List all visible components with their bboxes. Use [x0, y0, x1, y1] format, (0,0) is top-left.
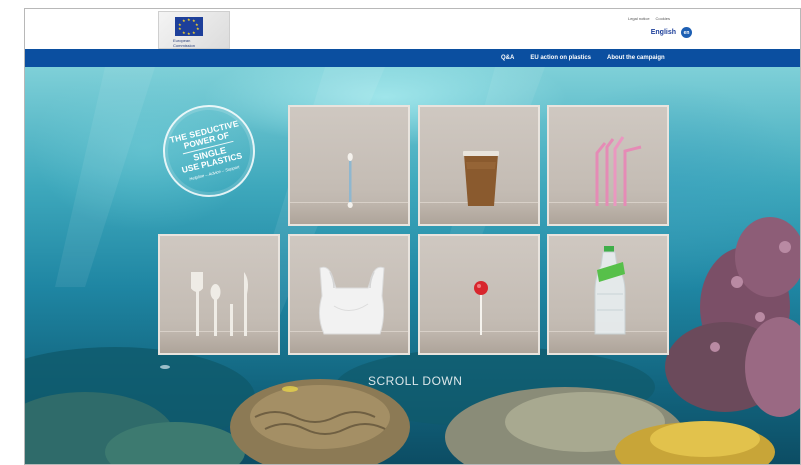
language-icon: en	[681, 27, 692, 38]
nav-item-qa[interactable]: Q&A	[501, 55, 514, 61]
scroll-down-link[interactable]: SCROLL DOWN	[368, 374, 462, 388]
language-selector[interactable]: English en	[651, 27, 692, 38]
nav-item-eu-action[interactable]: EU action on plastics	[530, 55, 591, 61]
tile-plastic-bottle[interactable]	[547, 234, 669, 355]
tile-plastic-bag[interactable]	[288, 234, 410, 355]
tile-cotton-bud[interactable]	[288, 105, 410, 226]
tile-coffee-cup[interactable]	[418, 105, 540, 226]
logo-wordmark: European Commission	[173, 38, 195, 48]
tile-cutlery[interactable]	[158, 234, 280, 355]
legal-notice-link[interactable]: Legal notice	[628, 16, 650, 21]
tile-straws[interactable]	[547, 105, 669, 226]
logo-line-2: Commission	[173, 43, 196, 48]
language-label: English	[650, 29, 676, 36]
main-navigation: Q&A EU action on plastics About the camp…	[25, 49, 800, 67]
european-commission-logo[interactable]: ★ ★ ★ ★ ★ ★ ★ ★ ★ ★ European Commission	[158, 11, 230, 49]
cookies-link[interactable]: Cookies	[656, 16, 670, 21]
lollipop-icon	[474, 281, 488, 335]
legal-links: Legal notice Cookies	[628, 16, 670, 21]
coral-reef-background	[25, 67, 800, 464]
tile-lollipop[interactable]	[418, 234, 540, 355]
plastic-bottle-icon	[594, 246, 626, 335]
coffee-cup-icon	[463, 151, 499, 206]
underwater-hero: THE SEDUCTIVE POWER OF SINGLE USE PLASTI…	[25, 67, 800, 464]
cotton-bud-icon	[347, 153, 353, 208]
eu-flag-icon: ★ ★ ★ ★ ★ ★ ★ ★ ★ ★	[175, 17, 203, 36]
browser-viewport: ★ ★ ★ ★ ★ ★ ★ ★ ★ ★ European Commission …	[24, 8, 801, 465]
cutlery-icon	[191, 272, 248, 336]
straws-icon	[595, 136, 642, 206]
plastic-bag-icon	[318, 266, 385, 335]
site-header: ★ ★ ★ ★ ★ ★ ★ ★ ★ ★ European Commission …	[25, 9, 800, 49]
nav-item-about-campaign[interactable]: About the campaign	[607, 55, 665, 61]
